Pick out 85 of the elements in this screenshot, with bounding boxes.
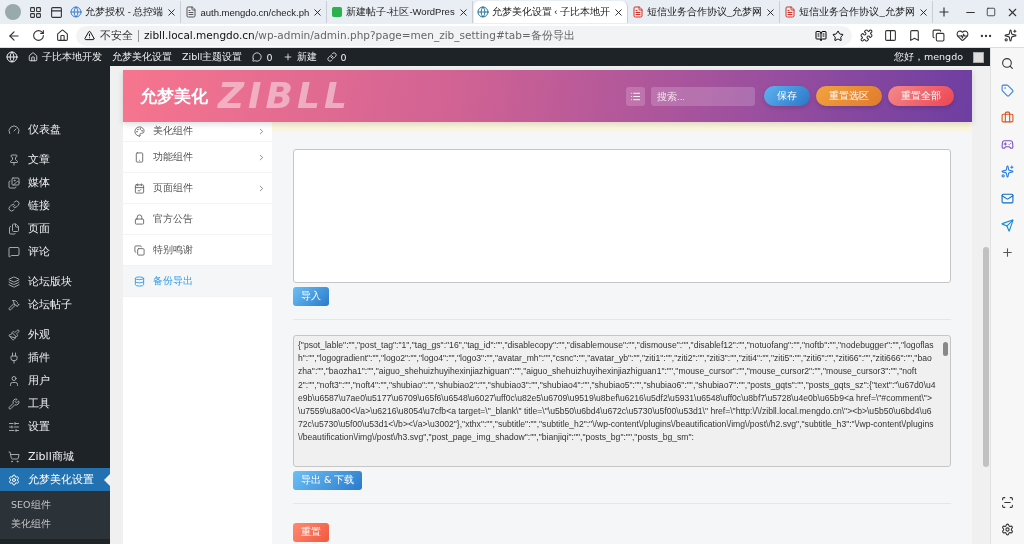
browser-tab[interactable]: 新建帖子-社区-WordPres [328, 1, 473, 23]
cart-icon [8, 450, 20, 463]
greeting-link[interactable]: 您好，mengdo [894, 50, 963, 64]
import-field[interactable] [293, 149, 951, 283]
submenu-item[interactable]: SEO组件 [0, 496, 110, 515]
home-icon [28, 52, 38, 62]
menu-item[interactable]: Zibll商城 [0, 445, 110, 468]
sliders-icon [8, 420, 20, 433]
chevron-icon [257, 183, 266, 193]
globe-icon [70, 6, 82, 18]
browser-tab[interactable]: 短信业务合作协议_允梦网 [781, 1, 933, 23]
menu-item[interactable]: 文章 [0, 148, 110, 171]
layers-icon [8, 275, 20, 288]
star-icon[interactable] [832, 29, 844, 42]
menu-toggle-button[interactable] [626, 86, 645, 106]
address-field[interactable]: 不安全 zibll.local.mengdo.cn/wp-admin/admin.php?page=men_zib_setting#tab=备份导出 [76, 25, 852, 46]
list-icon [630, 90, 641, 102]
admin-bar-link[interactable]: 允梦美化设置 [112, 50, 172, 64]
menu-item[interactable]: 设置 [0, 415, 110, 438]
menu-item[interactable]: 用户 [0, 369, 110, 392]
menu-item[interactable]: 论坛版块 [0, 270, 110, 293]
comment-icon [252, 52, 263, 62]
site-icon [331, 6, 344, 18]
url-host: zibll.local.mengdo.cn [144, 28, 255, 41]
plug-icon [8, 351, 20, 364]
new-link[interactable]: 新建 [282, 50, 317, 64]
url-path: /wp-admin/admin.php?page=men_zib_setting#tab=备份导出 [254, 28, 575, 41]
menu-item[interactable]: 仪表盘 [0, 118, 110, 141]
chevron-icon [257, 152, 266, 162]
menu-item[interactable]: 外观 [0, 323, 110, 346]
comments-link[interactable]: 0 [252, 51, 273, 63]
sparkles-icon[interactable] [998, 162, 1017, 180]
close-icon[interactable] [166, 6, 178, 18]
close-icon[interactable] [917, 6, 929, 18]
close-icon[interactable] [312, 6, 324, 18]
nav-item[interactable]: 美化组件 [123, 122, 272, 142]
warning-icon [84, 30, 95, 41]
watermark-text: ZIBLL [218, 78, 351, 114]
menu-item[interactable]: 评论 [0, 240, 110, 263]
copy-icon [134, 244, 145, 256]
menu-item[interactable]: 允梦美化设置 [0, 468, 110, 491]
plus-icon [282, 52, 293, 62]
links-link[interactable]: 0 [326, 51, 347, 63]
link-icon [326, 52, 337, 62]
palette-icon [134, 126, 145, 137]
hammer-icon [8, 298, 20, 311]
pdf-icon [784, 6, 797, 18]
user-avatar[interactable] [973, 51, 984, 63]
document-icon [185, 6, 198, 18]
browser-tab[interactable]: 允梦授权 - 总控端 [67, 1, 182, 23]
close-icon[interactable] [765, 6, 777, 18]
phone-icon [134, 151, 145, 163]
security-label: 不安全 [100, 28, 133, 43]
menu-item[interactable]: 插件 [0, 346, 110, 369]
menu-item[interactable]: 媒体 [0, 171, 110, 194]
menu-item[interactable]: 链接 [0, 194, 110, 217]
export-field[interactable]: {"psot_lable":"","post_tag":"1","tag_gs":"16","tag_id":"","disablecopy":"","disablemouse":"","dismouse":"","disablef12":"","notuofang":"","noftb":"","nodebugger":"","logoflash":"","logogradient":"","logo2":"","logo4":"","logo3":"","avatar_mh":"","csnc":"","avatar_yb":"","ziti1":"","ziti2":"","ziti3":"","ziti4":"","ziti5":"","ziti6":"","ziti66":"","ziti666":"","baozha":"","baozha1":"","aiguo_shehuizhuyihexinjiazhiguan":"","aiguo_shehuizhuyihexinjiazhiguan1":"","mouse_cursor":"","mouse_cursor2":"","mouse_cursor3":"","noft2":"","noft3":"","noft4":"","shubiao":"","shubiao2":"","shubiao3":"","shubiao4":"","shubiao5":"","shubiao6":"","shubiao7":"","posts_gqts":"","posts_gqts_sz":{"text":"\u67d0\u4e9b\u6587\u7ae0\u5177\u6709\u65f6\u6548\u6027\uff0c\u82e5\u6709\u9519\u8bef\u6216\u5df2\u5931\u6548\uff0c\u8bf7\u5728\u4e0b\u65b9<a href=\"#comment\">\u7559\u8a00<\/a>\u6216\u8054\u7cfb<a target=\"_blank\" title=\"\u5b50\u6bd4\u672c\u5730\u5f00\u53d1\" href=\"http:\/\/zibll.local.mengdo.cn\"><b>\u5b50\u6bd4\u672c\u5730\u5f00\u53d1<\/b><\/a>\u3002"},"xthx":"","subtitle":"","subtitle_h2":"\/wp-content\/plugins\/beautification\/img\/post\/h2.svg","subtitle_h3":"\/wp-content\/plugins\/beautification\/img\/post\/h3.svg","post_page_img_shadow":"","bianjiqi":"","posts_bg":"","posts_bg_sm": [293, 335, 951, 467]
calendar-icon [134, 182, 145, 194]
menu-item[interactable]: 论坛帖子 [0, 293, 110, 316]
lock-icon [134, 213, 145, 225]
close-icon[interactable] [613, 6, 625, 18]
link-icon [8, 199, 20, 212]
wrench-icon [8, 397, 20, 410]
comment-icon [8, 245, 20, 258]
submenu-item[interactable]: 美化组件 [0, 515, 110, 534]
close-icon[interactable] [457, 6, 469, 18]
admin-bar-link[interactable]: Zibll主题设置 [182, 50, 243, 64]
images-icon [8, 176, 20, 189]
menu-item[interactable]: 工具 [0, 392, 110, 415]
browser-tab[interactable]: 允梦美化设置 ‹ 子比本地开 [473, 1, 629, 23]
pages-icon [8, 222, 20, 235]
pdf-icon [632, 6, 645, 18]
plugin-title: 允梦美化 [140, 84, 208, 108]
pin-icon [8, 153, 20, 166]
gauge-icon [8, 123, 20, 136]
database-icon [134, 275, 145, 287]
read-aloud-icon[interactable] [815, 29, 827, 42]
menu-item[interactable]: 页面 [0, 217, 110, 240]
chevron-icon [257, 127, 266, 136]
user-icon [8, 374, 20, 387]
site-link[interactable]: 子比本地开发 [28, 50, 102, 64]
browser-tab[interactable]: auth.mengdo.cn/check.ph [182, 1, 328, 23]
browser-tab[interactable]: 短信业务合作协议_允梦网 [629, 1, 781, 23]
settings-icon [8, 473, 20, 486]
paintbrush-icon [8, 328, 20, 341]
